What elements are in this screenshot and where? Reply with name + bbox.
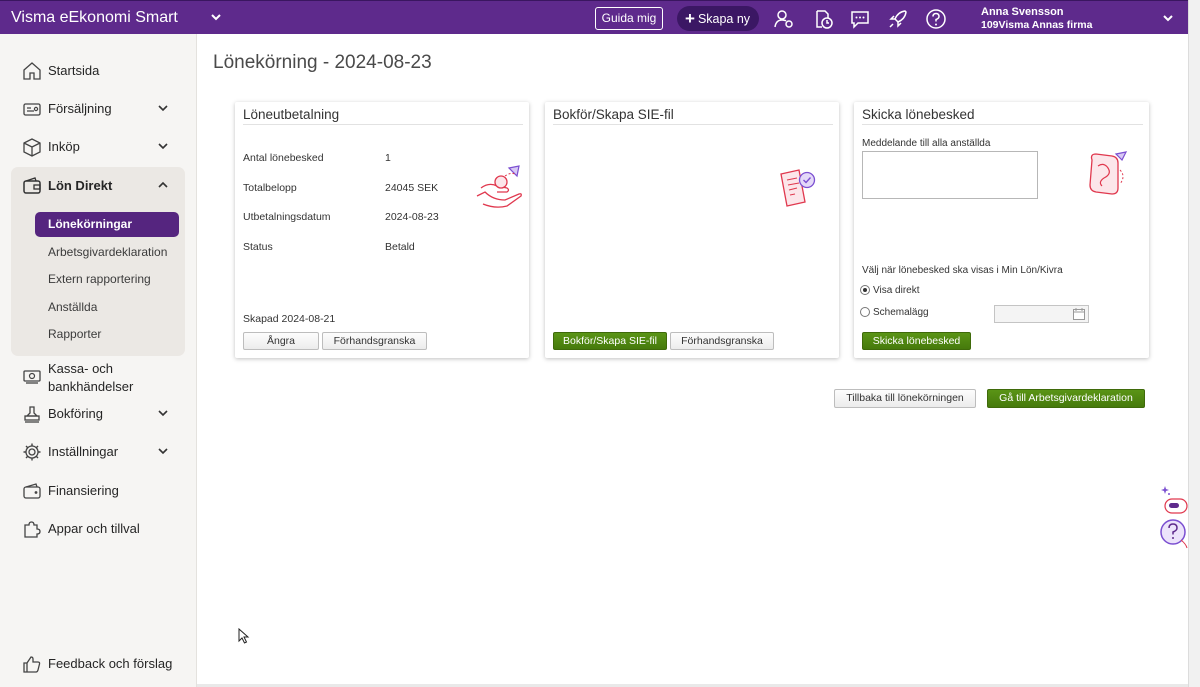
sidebar-item-inkop[interactable]: Inköp (0, 131, 197, 161)
schemalagg-label[interactable]: Schemalägg (873, 307, 929, 318)
user-settings-icon[interactable] (773, 8, 795, 30)
sidebar-item-label: Bokföring (48, 406, 103, 421)
chevron-down-icon (158, 448, 168, 455)
sidebar-item-label: Lön Direkt (48, 178, 113, 193)
divider (243, 124, 523, 125)
send-payslips-button[interactable]: Skicka lönebesked (862, 332, 971, 350)
create-new-label: Skapa ny (697, 12, 751, 26)
cash-icon (23, 370, 41, 384)
chevron-down-icon (158, 105, 168, 112)
sidebar-item-installningar[interactable]: Inställningar (0, 436, 197, 466)
user-company[interactable]: 109Visma Annas firma (981, 19, 1092, 31)
app-title[interactable]: Visma eEkonomi Smart (11, 9, 178, 27)
sidebar-item-label: Försäljning (48, 101, 112, 116)
book-sie-button[interactable]: Bokför/Skapa SIE-fil (553, 332, 667, 350)
message-label: Meddelande till alla anställda (862, 138, 991, 149)
antal-lonebesked-value: 1 (385, 152, 391, 164)
mouse-cursor-icon (238, 628, 250, 644)
card-bokfor-sie: Bokför/Skapa SIE-fil Bokför/Skapa SIE-fi… (545, 102, 839, 358)
payslip-phone-illustration (1089, 151, 1128, 195)
card-title: Skicka lönebesked (862, 107, 975, 122)
sidebar-item-forsaljning[interactable]: Försäljning (0, 93, 197, 123)
plus-icon: + (685, 9, 695, 28)
go-to-arbetsgivardeklaration-button[interactable]: Gå till Arbetsgivardeklaration (987, 389, 1145, 408)
sidebar-item-lon-direkt[interactable]: Lön Direkt (0, 170, 197, 200)
create-new-button[interactable]: + Skapa ny (677, 6, 759, 31)
created-date: Skapad 2024-08-21 (243, 313, 336, 325)
sidebar-subitem-lonekorningar[interactable]: Lönekörningar (35, 212, 179, 237)
top-bar: Visma eEkonomi Smart Guida mig + Skapa ny… (0, 0, 1188, 34)
page-scrollbar[interactable] (1188, 0, 1200, 687)
page-title: Lönekörning - 2024-08-23 (213, 52, 432, 73)
sidebar-item-kassa-bank[interactable]: Kassa- och bankhändelser (0, 358, 197, 396)
finance-icon (23, 483, 41, 499)
sidebar-subitem-extern-rapportering[interactable]: Extern rapportering (48, 272, 151, 286)
preview-button[interactable]: Förhandsgranska (670, 332, 774, 350)
utbetalningsdatum-label: Utbetalningsdatum (243, 211, 331, 223)
sidebar-item-finansiering[interactable]: Finansiering (0, 475, 197, 505)
help-assistant-icon[interactable] (1157, 480, 1188, 550)
wallet-icon (23, 177, 41, 194)
guide-me-button[interactable]: Guida mig (595, 7, 663, 30)
rocket-icon[interactable] (887, 8, 909, 30)
chevron-down-icon (158, 410, 168, 417)
undo-button[interactable]: Ångra (243, 332, 319, 350)
sidebar-item-label: Startsida (48, 63, 100, 78)
sidebar-item-label: Kassa- och (48, 361, 114, 376)
chat-icon[interactable] (849, 8, 871, 30)
preview-button[interactable]: Förhandsgranska (322, 332, 427, 350)
sidebar-item-appar[interactable]: Appar och tillval (0, 513, 197, 543)
card-skicka-lonebesked: Skicka lönebesked Meddelande till alla a… (854, 102, 1149, 358)
sidebar-item-startsida[interactable]: Startsida (0, 55, 197, 85)
sidebar-subitem-rapporter[interactable]: Rapporter (48, 327, 101, 341)
sidebar-item-label: Inställningar (48, 444, 119, 459)
schedule-question-label: Välj när lönebesked ska visas i Min Lön/… (862, 265, 1063, 276)
thumbs-up-icon (23, 656, 41, 673)
sidebar: Startsida Försäljning Inköp Lön Direkt L… (0, 34, 197, 687)
status-value: Betald (385, 241, 415, 253)
payment-hand-illustration (476, 165, 522, 208)
chevron-down-icon (158, 143, 168, 150)
document-check-illustration (780, 169, 816, 207)
puzzle-icon (24, 521, 41, 538)
sidebar-item-label: Appar och tillval (48, 521, 140, 536)
message-textarea[interactable] (862, 151, 1038, 199)
sidebar-item-label: Finansiering (48, 483, 119, 498)
visa-direkt-radio[interactable] (860, 285, 870, 295)
totalbelopp-value: 24045 SEK (385, 182, 439, 194)
sidebar-item-label-line2: bankhändelser (48, 379, 134, 394)
sales-icon (23, 103, 41, 116)
utbetalningsdatum-value: 2024-08-23 (385, 211, 439, 223)
home-icon (23, 62, 41, 80)
card-loneutbetalning: Löneutbetalning Antal lönebesked 1 Total… (235, 102, 529, 358)
card-title: Löneutbetalning (243, 107, 340, 122)
gear-icon (23, 443, 41, 461)
totalbelopp-label: Totalbelopp (243, 182, 297, 194)
sidebar-item-feedback[interactable]: Feedback och förslag (0, 648, 197, 678)
chevron-up-icon (158, 181, 168, 188)
help-icon[interactable] (925, 8, 947, 30)
divider (862, 124, 1143, 125)
antal-lonebesked-label: Antal lönebesked (243, 152, 324, 164)
card-title: Bokför/Skapa SIE-fil (553, 107, 674, 122)
chevron-down-icon[interactable] (1160, 9, 1176, 27)
box-icon (23, 138, 41, 157)
back-to-payroll-button[interactable]: Tillbaka till lönekörningen (834, 389, 976, 408)
status-label: Status (243, 241, 273, 253)
visa-direkt-label[interactable]: Visa direkt (873, 285, 920, 296)
stamp-icon (24, 406, 40, 423)
sidebar-item-bokforing[interactable]: Bokföring (0, 398, 197, 428)
chevron-down-icon[interactable] (208, 7, 224, 27)
sidebar-item-label: Inköp (48, 139, 80, 154)
calendar-icon[interactable] (1073, 308, 1085, 320)
sidebar-subitem-anstallda[interactable]: Anställda (48, 300, 97, 314)
sidebar-item-label: Feedback och förslag (48, 656, 173, 671)
sidebar-subitem-arbetsgivardeklaration[interactable]: Arbetsgivardeklaration (48, 245, 167, 259)
clock-document-icon[interactable] (812, 8, 834, 30)
schemalagg-radio[interactable] (860, 307, 870, 317)
schedule-date-input[interactable] (994, 305, 1089, 323)
user-name[interactable]: Anna Svensson (981, 6, 1064, 18)
divider (553, 124, 833, 125)
